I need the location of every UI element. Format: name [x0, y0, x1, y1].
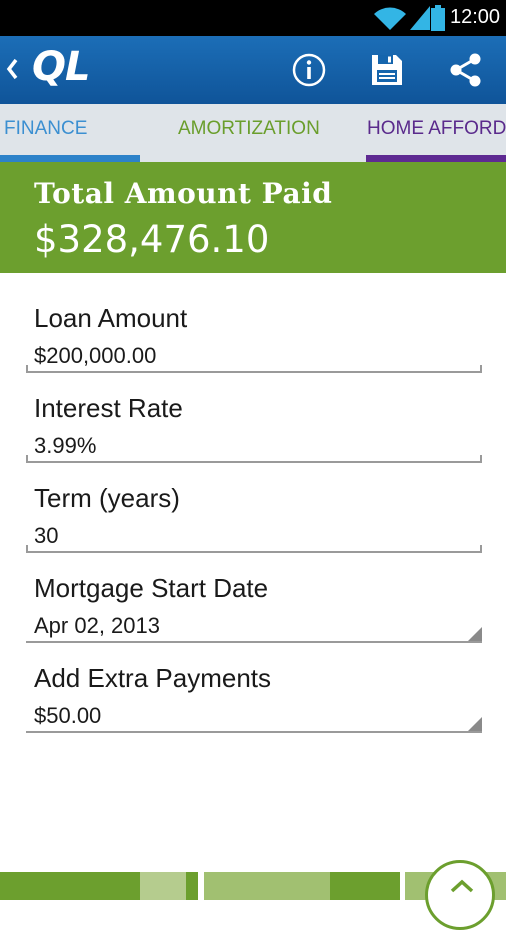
mortgage-start-date-label: Mortgage Start Date — [34, 573, 269, 603]
term-years-field[interactable]: Term (years) 30 — [26, 463, 482, 553]
term-years-label: Term (years) — [34, 483, 180, 513]
back-chevron-icon[interactable] — [4, 56, 20, 82]
loan-amount-field[interactable]: Loan Amount $200,000.00 — [26, 283, 482, 373]
bottom-segment — [140, 872, 186, 900]
tab-finance[interactable]: FINANCE — [4, 118, 87, 140]
summary-value: $328,476.10 — [34, 218, 270, 261]
term-years-value[interactable]: 30 — [34, 523, 58, 549]
signal-icon — [410, 6, 430, 30]
interest-rate-value[interactable]: 3.99% — [34, 433, 96, 459]
dropdown-corner-icon — [468, 717, 482, 731]
dropdown-corner-icon — [468, 627, 482, 641]
save-icon[interactable] — [369, 52, 405, 88]
expand-up-button[interactable] — [425, 860, 495, 930]
status-time: 12:00 — [450, 6, 501, 28]
field-underline-tick — [480, 455, 482, 463]
total-summary-panel: Total Amount Paid $328,476.10 — [0, 162, 506, 273]
extra-payments-spinner[interactable]: Add Extra Payments $50.00 — [26, 643, 482, 733]
loan-amount-value[interactable]: $200,000.00 — [34, 343, 156, 369]
field-underline — [26, 731, 482, 733]
bottom-segment — [186, 872, 198, 900]
field-underline-tick — [480, 365, 482, 373]
tab-home-affordability[interactable]: HOME AFFORD — [367, 118, 506, 140]
bottom-segment — [204, 872, 330, 900]
tab-indicator-finance — [0, 155, 140, 162]
chevron-up-icon — [450, 879, 474, 893]
action-bar: QL — [0, 36, 506, 104]
app-logo[interactable]: QL — [32, 44, 90, 90]
info-icon[interactable] — [291, 52, 327, 88]
field-underline-tick — [480, 545, 482, 553]
wifi-icon — [374, 7, 406, 30]
tab-strip: FINANCE AMORTIZATION HOME AFFORD — [0, 104, 506, 162]
field-underline-tick — [26, 455, 28, 463]
battery-icon — [431, 5, 445, 31]
mortgage-start-date-spinner[interactable]: Mortgage Start Date Apr 02, 2013 — [26, 553, 482, 643]
interest-rate-label: Interest Rate — [34, 393, 183, 423]
mortgage-start-date-value[interactable]: Apr 02, 2013 — [34, 613, 160, 639]
field-underline-tick — [26, 545, 28, 553]
summary-title: Total Amount Paid — [34, 177, 333, 210]
field-underline-tick — [26, 365, 28, 373]
extra-payments-value[interactable]: $50.00 — [34, 703, 101, 729]
bottom-segment — [0, 872, 140, 900]
interest-rate-field[interactable]: Interest Rate 3.99% — [26, 373, 482, 463]
tab-amortization[interactable]: AMORTIZATION — [178, 118, 320, 140]
status-bar: 12:00 — [0, 0, 506, 36]
tab-indicator-home — [366, 155, 506, 162]
share-icon[interactable] — [448, 52, 484, 88]
extra-payments-label: Add Extra Payments — [34, 663, 271, 693]
loan-amount-label: Loan Amount — [34, 303, 188, 333]
bottom-segment — [330, 872, 400, 900]
